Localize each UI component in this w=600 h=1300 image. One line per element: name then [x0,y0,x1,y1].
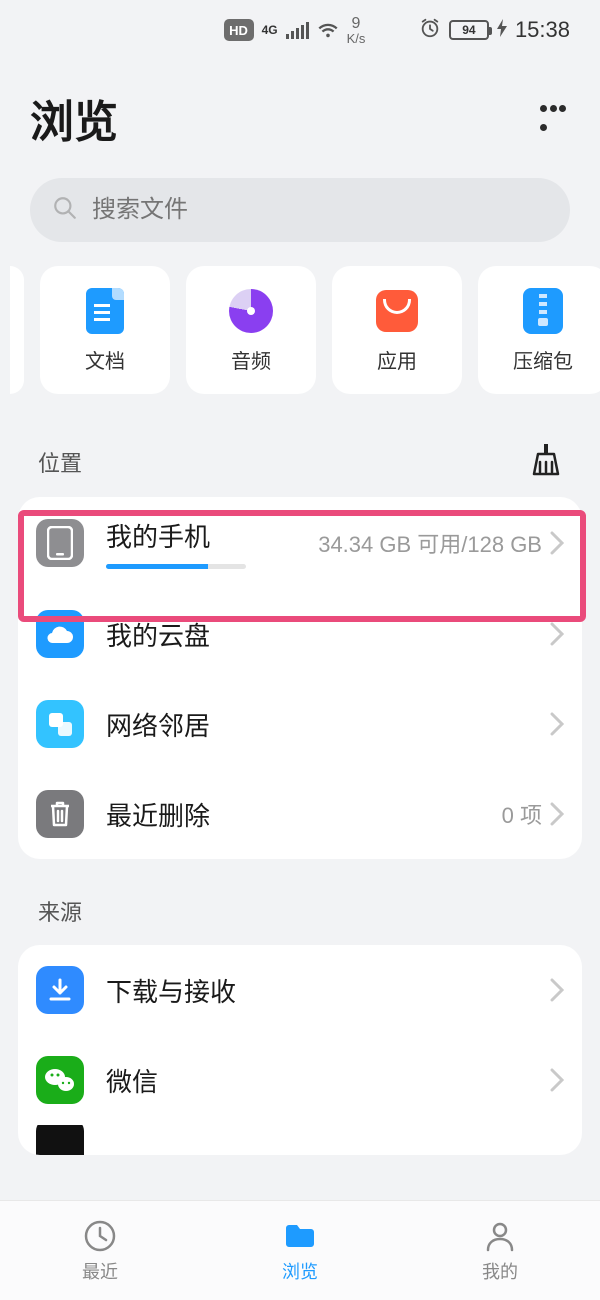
audio-icon [227,287,275,335]
sources-list: 下载与接收 微信 [18,945,582,1155]
location-my-phone[interactable]: 我的手机 34.34 GB 可用/128 GB [18,497,582,589]
chevron-right-icon [550,531,564,555]
locations-heading: 位置 [38,446,82,478]
more-menu-button[interactable] [536,101,570,135]
wechat-icon [36,1056,84,1104]
network-neighbor-icon [36,700,84,748]
chevron-right-icon [550,622,564,646]
locations-section-header: 位置 [0,424,600,497]
network-speed: 9 K/s [347,16,366,45]
category-label: 压缩包 [513,345,573,374]
locations-list: 我的手机 34.34 GB 可用/128 GB 我的云盘 网络邻居 最近删除 0… [18,497,582,859]
tab-recent[interactable]: 最近 [0,1201,200,1300]
tab-browse[interactable]: 浏览 [200,1201,400,1300]
source-title: 下载与接收 [106,972,236,1009]
app-icon [36,1125,84,1155]
location-network[interactable]: 网络邻居 [18,679,582,769]
clock-icon [82,1218,118,1254]
location-title: 我的云盘 [106,616,210,653]
wifi-icon [317,21,339,39]
tab-me[interactable]: 我的 [400,1201,600,1300]
chevron-right-icon [550,978,564,1002]
tab-label: 我的 [482,1258,518,1284]
category-archives[interactable]: 压缩包 [478,266,600,394]
hd-badge-icon: HD [224,19,254,41]
network-4g-label: 4G [262,23,278,37]
category-apps[interactable]: 应用 [332,266,462,394]
storage-progress [106,564,246,569]
location-title: 最近删除 [106,796,210,833]
zip-icon [519,287,567,335]
page-title: 浏览 [30,86,118,150]
battery-icon: 94 [449,20,489,40]
source-item-partial[interactable] [18,1125,582,1155]
document-icon [81,287,129,335]
source-wechat[interactable]: 微信 [18,1035,582,1125]
search-input[interactable] [92,196,548,224]
page-header: 浏览 [0,60,600,178]
tab-label: 最近 [82,1258,118,1284]
source-title: 微信 [106,1062,158,1099]
cleanup-icon[interactable] [530,442,562,481]
search-icon [52,195,78,226]
alarm-icon [419,17,441,44]
chevron-right-icon [550,712,564,736]
location-title: 我的手机 [106,517,246,554]
category-row[interactable]: 文档 音频 应用 压缩包 [0,266,600,424]
charging-icon [497,19,507,42]
source-downloads[interactable]: 下载与接收 [18,945,582,1035]
search-bar[interactable] [30,178,570,242]
clock-time: 15:38 [515,17,570,43]
tab-label: 浏览 [282,1258,318,1284]
deleted-count: 0 项 [502,798,542,830]
sources-heading: 来源 [0,859,600,945]
category-label: 应用 [377,345,417,374]
app-icon [373,287,421,335]
category-label: 文档 [85,345,125,374]
folder-icon [282,1218,318,1254]
category-label: 音频 [231,345,271,374]
category-card-prev[interactable] [10,266,24,394]
storage-meta: 34.34 GB 可用/128 GB [318,527,542,559]
bottom-navbar: 最近 浏览 我的 [0,1200,600,1300]
category-documents[interactable]: 文档 [40,266,170,394]
location-recent-deleted[interactable]: 最近删除 0 项 [18,769,582,859]
location-cloud[interactable]: 我的云盘 [18,589,582,679]
location-title: 网络邻居 [106,706,210,743]
cloud-icon [36,610,84,658]
chevron-right-icon [550,802,564,826]
chevron-right-icon [550,1068,564,1092]
trash-icon [36,790,84,838]
signal-bars-icon [286,21,309,39]
phone-icon [36,519,84,567]
person-icon [482,1218,518,1254]
status-bar: HD 4G 9 K/s 94 15:38 [0,0,600,60]
category-audio[interactable]: 音频 [186,266,316,394]
download-icon [36,966,84,1014]
